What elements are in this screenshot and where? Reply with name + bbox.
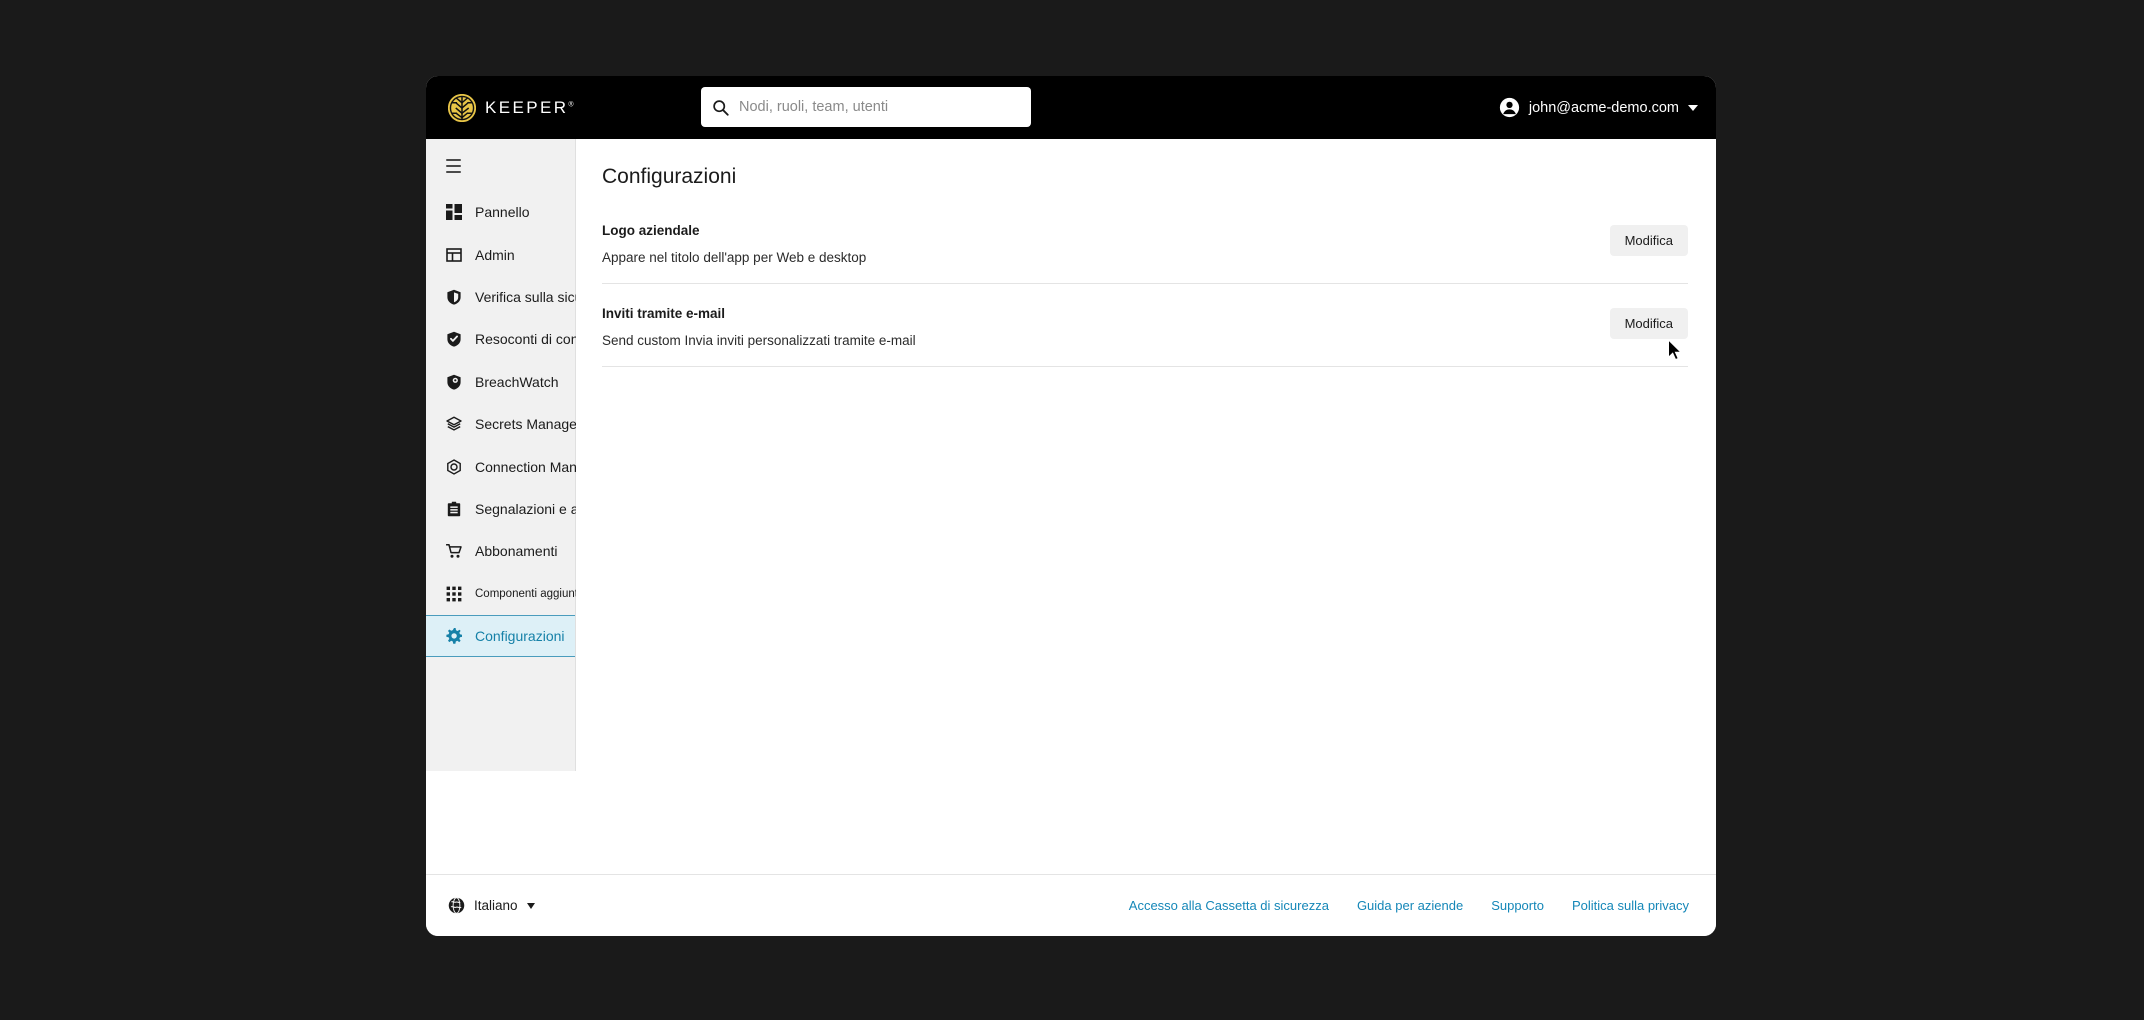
keeper-logo-icon (447, 93, 477, 122)
shield-check-icon (446, 331, 462, 347)
breachwatch-shield-icon (446, 374, 462, 390)
sidebar-item-configurazioni[interactable]: Configurazioni (426, 614, 575, 658)
admin-panel-icon (446, 247, 462, 263)
setting-name: Logo aziendale (602, 223, 700, 238)
dashboard-icon (446, 204, 462, 221)
footer-links: Accesso alla Cassetta di sicurezza Guida… (1129, 898, 1689, 913)
sidebar-item-label: Admin (475, 246, 515, 263)
account-menu[interactable]: john@acme-demo.com (1499, 76, 1698, 139)
sidebar-item-label: BreachWatch (475, 373, 559, 390)
sidebar-item-componenti-aggiuntivi[interactable]: Componenti aggiuntivi sicuri (426, 573, 619, 615)
chevron-down-icon (1688, 104, 1698, 111)
main-content: Configurazioni Logo aziendale Appare nel… (576, 139, 1716, 874)
sidebar-item-verifica-sicurezza[interactable]: Verifica sulla sicurezza (426, 276, 617, 318)
search-input[interactable] (739, 99, 1020, 115)
layers-stack-icon (446, 416, 462, 432)
sidebar-item-pannello[interactable]: Pannello (426, 191, 575, 233)
sidebar-item-label: Pannello (475, 204, 530, 221)
sidebar-item-abbonamenti[interactable]: Abbonamenti (426, 530, 575, 572)
page-title: Configurazioni (602, 165, 737, 188)
footer-link-enterprise-guide[interactable]: Guida per aziende (1357, 898, 1463, 913)
globe-icon (448, 897, 465, 914)
gear-settings-icon (446, 628, 462, 644)
footer-link-vault-login[interactable]: Accesso alla Cassetta di sicurezza (1129, 898, 1329, 913)
setting-name: Inviti tramite e-mail (602, 306, 726, 321)
brand-logo[interactable]: KEEPER® (447, 93, 574, 122)
language-label: Italiano (474, 898, 518, 913)
sidebar: Pannello Admin Verifica sulla sicurezza … (426, 139, 621, 771)
sidebar-item-connection-manager[interactable]: Connection Manager (426, 445, 605, 487)
sidebar-item-breachwatch[interactable]: BreachWatch (426, 361, 575, 403)
setting-description: Appare nel titolo dell'app per Web e des… (602, 250, 867, 265)
global-search[interactable] (701, 87, 1031, 127)
clipboard-report-icon (446, 501, 462, 517)
account-avatar-icon (1499, 97, 1520, 118)
grid-apps-icon (446, 586, 462, 602)
brand-name: KEEPER® (485, 97, 574, 117)
top-bar: KEEPER® Nodi, ruoli, team, utenti john@a… (426, 76, 1716, 139)
footer: Italiano Accesso alla Cassetta di sicure… (426, 874, 1716, 936)
sidebar-item-segnalazioni-avvisi[interactable]: Segnalazioni e avvisi (426, 488, 606, 530)
sidebar-item-secrets-manager[interactable]: Secrets Manager (426, 403, 582, 445)
body: Pannello Admin Verifica sulla sicurezza … (426, 139, 1716, 874)
setting-row-logo-aziendale: Logo aziendale Appare nel titolo dell'ap… (602, 201, 1688, 284)
hamburger-menu-icon[interactable] (426, 139, 461, 177)
edit-email-invites-button[interactable]: Modifica (1609, 308, 1688, 339)
sidebar-item-admin[interactable]: Admin (426, 233, 575, 275)
edit-logo-button[interactable]: Modifica (1609, 225, 1688, 256)
sidebar-spacer (426, 745, 575, 771)
sidebar-item-resoconti-conformita[interactable]: Resoconti di conformità (426, 318, 621, 360)
sidebar-item-label: Secrets Manager (475, 416, 582, 433)
shopping-cart-icon (445, 543, 462, 559)
shield-half-icon (446, 289, 462, 305)
sidebar-item-label: Configurazioni (475, 628, 565, 645)
chevron-down-icon (526, 902, 535, 909)
keeper-admin-window: KEEPER® Nodi, ruoli, team, utenti john@a… (426, 76, 1716, 936)
setting-texts: Inviti tramite e-mail Send custom Invia … (602, 306, 1610, 348)
footer-link-privacy-policy[interactable]: Politica sulla privacy (1572, 898, 1689, 913)
search-icon (712, 99, 729, 116)
trademark-symbol: ® (568, 100, 574, 108)
footer-link-support[interactable]: Supporto (1491, 898, 1544, 913)
account-email: john@acme-demo.com (1528, 99, 1679, 116)
hexagon-connection-icon (446, 458, 462, 475)
screen: KEEPER® Nodi, ruoli, team, utenti john@a… (0, 0, 2144, 1020)
sidebar-item-label: Abbonamenti (475, 543, 558, 560)
setting-row-inviti-email: Inviti tramite e-mail Send custom Invia … (602, 284, 1688, 367)
language-selector[interactable]: Italiano (448, 897, 535, 914)
sidebar-nav: Pannello Admin Verifica sulla sicurezza … (426, 191, 621, 658)
setting-texts: Logo aziendale Appare nel titolo dell'ap… (602, 223, 1610, 265)
setting-description: Send custom Invia inviti personalizzati … (602, 333, 916, 348)
